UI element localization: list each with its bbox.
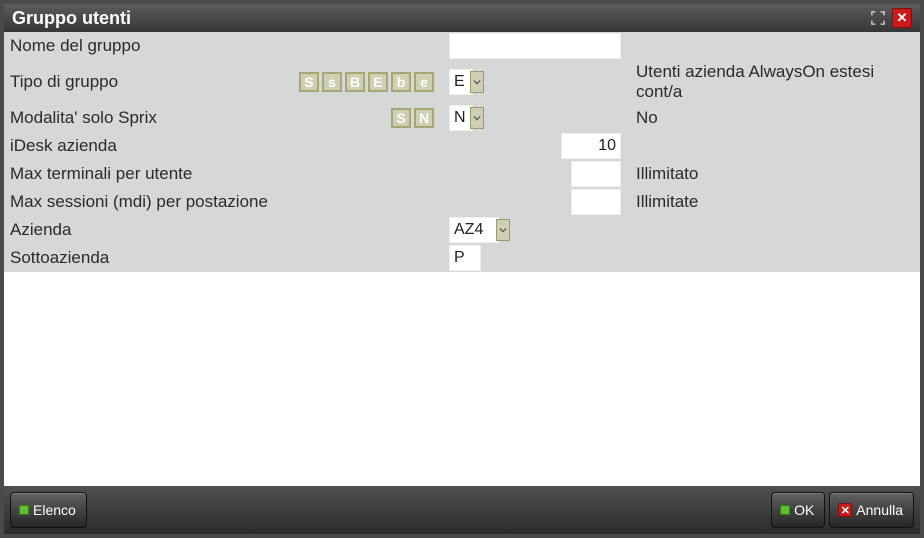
- sprix-chips: S N: [391, 108, 434, 128]
- elenco-label: Elenco: [33, 502, 76, 518]
- row-sottoazienda: Sottoazienda: [4, 244, 920, 272]
- label-idesk: iDesk azienda: [4, 132, 444, 160]
- label-azienda: Azienda: [4, 216, 444, 244]
- idesk-input[interactable]: [562, 134, 620, 158]
- sprix-input[interactable]: [450, 106, 472, 130]
- max-sess-input[interactable]: [572, 190, 620, 214]
- annulla-button[interactable]: ✕ Annulla: [829, 492, 914, 528]
- row-max-term: Max terminali per utente Illimitato: [4, 160, 920, 188]
- max-term-desc: Illimitato: [626, 160, 920, 188]
- tipo-gruppo-dropdown[interactable]: [470, 71, 484, 93]
- close-red-icon: ✕: [838, 503, 852, 517]
- footer: Elenco OK ✕ Annulla: [4, 486, 920, 534]
- chip-e-lower[interactable]: e: [414, 72, 434, 92]
- chip-S-upper[interactable]: S: [299, 72, 319, 92]
- content-area: Nome del gruppo Tipo di gruppo S s B E b…: [4, 32, 920, 486]
- sprix-dropdown[interactable]: [470, 107, 484, 129]
- form-table: Nome del gruppo Tipo di gruppo S s B E b…: [4, 32, 920, 272]
- tipo-gruppo-desc: Utenti azienda AlwaysOn estesi cont/a: [626, 60, 920, 104]
- label-sottoazienda: Sottoazienda: [4, 244, 444, 272]
- window: Gruppo utenti ✕ Nome del gruppo Tipo di …: [0, 0, 924, 538]
- row-idesk: iDesk azienda: [4, 132, 920, 160]
- label-max-sess: Max sessioni (mdi) per postazione: [4, 188, 444, 216]
- window-title: Gruppo utenti: [12, 8, 131, 29]
- chip-sprix-N[interactable]: N: [414, 108, 434, 128]
- max-sess-desc: Illimitate: [626, 188, 920, 216]
- sottoazienda-input[interactable]: [450, 246, 480, 270]
- tipo-gruppo-input[interactable]: [450, 70, 472, 94]
- azienda-input[interactable]: [450, 218, 498, 242]
- label-tipo-gruppo: Tipo di gruppo: [10, 72, 118, 91]
- row-tipo-gruppo: Tipo di gruppo S s B E b e Utenti aziend…: [4, 60, 920, 104]
- chip-b-lower[interactable]: b: [391, 72, 411, 92]
- titlebar-buttons: ✕: [868, 8, 912, 28]
- ok-label: OK: [794, 502, 814, 518]
- ok-button[interactable]: OK: [771, 492, 825, 528]
- label-nome-gruppo: Nome del gruppo: [4, 32, 444, 60]
- label-max-term: Max terminali per utente: [4, 160, 444, 188]
- row-max-sess: Max sessioni (mdi) per postazione Illimi…: [4, 188, 920, 216]
- chip-sprix-S[interactable]: S: [391, 108, 411, 128]
- chip-s-lower[interactable]: s: [322, 72, 342, 92]
- elenco-button[interactable]: Elenco: [10, 492, 87, 528]
- azienda-dropdown[interactable]: [496, 219, 510, 241]
- row-nome-gruppo: Nome del gruppo: [4, 32, 920, 60]
- sprix-desc: No: [626, 104, 920, 132]
- row-modalita-sprix: Modalita' solo Sprix S N No: [4, 104, 920, 132]
- chip-E-upper[interactable]: E: [368, 72, 388, 92]
- expand-icon[interactable]: [868, 8, 888, 28]
- nome-gruppo-input[interactable]: [450, 34, 620, 58]
- close-icon[interactable]: ✕: [892, 8, 912, 28]
- annulla-label: Annulla: [856, 502, 903, 518]
- chip-B-upper[interactable]: B: [345, 72, 365, 92]
- row-azienda: Azienda: [4, 216, 920, 244]
- square-green-icon: [19, 505, 29, 515]
- titlebar: Gruppo utenti ✕: [4, 4, 920, 32]
- label-modalita-sprix: Modalita' solo Sprix: [10, 108, 157, 127]
- square-green-icon: [780, 505, 790, 515]
- max-term-input[interactable]: [572, 162, 620, 186]
- tipo-gruppo-chips: S s B E b e: [299, 72, 434, 92]
